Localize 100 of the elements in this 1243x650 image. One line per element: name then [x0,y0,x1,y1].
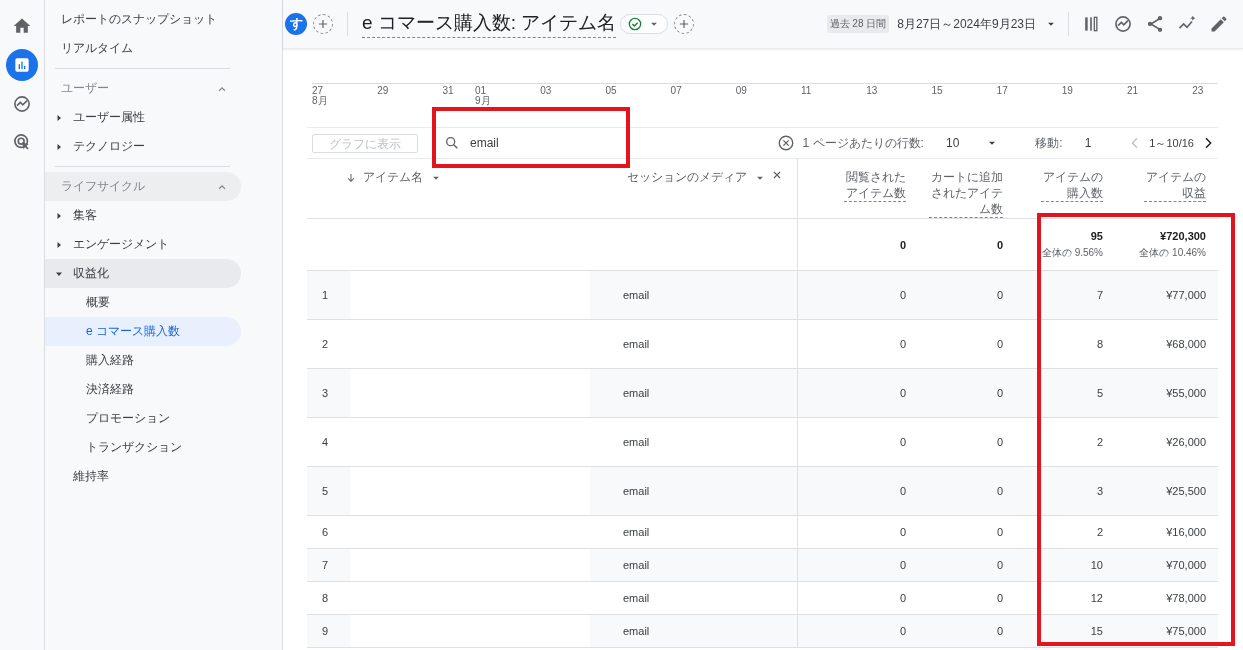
axis-label: 11 [801,86,812,96]
advertising-icon [12,132,32,152]
column-header[interactable]: セッションのメディア [627,169,767,186]
row-number: 1 [307,271,345,320]
reports-nav-button[interactable] [6,49,38,81]
sidebar-subitem[interactable]: e コマース購入数 [45,317,241,346]
table-cell: ¥25,500 [1115,467,1218,516]
avatar-badge[interactable]: す [285,13,307,35]
column-header[interactable]: アイテム名 [345,169,443,186]
table-cell: ¥77,000 [1115,271,1218,320]
axis-label: 23 [1192,86,1204,96]
row-number: 7 [307,549,345,582]
axis-label: 07 [670,86,682,96]
axis-label: 21 [1127,86,1139,96]
column-header[interactable]: 閲覧されたアイテム数 [843,169,906,202]
table-cell: 0 [797,615,918,648]
axis-label: 29 [377,86,389,96]
arrow-down-icon [345,171,357,184]
triangle-icon [55,113,63,122]
axis-label: 15 [931,86,943,96]
reports-icon [12,55,32,75]
sidebar-subitem[interactable]: 決済経路 [45,375,241,404]
date-range-picker[interactable]: 8月27日～2024年9月23日 [897,15,1058,33]
sidebar-item[interactable]: レポートのスナップショット [45,5,241,34]
table-cell: ¥55,000 [1115,369,1218,418]
axis-label: 13 [866,86,878,96]
sidebar-item[interactable]: ユーザー属性 [45,103,241,132]
row-number: 5 [307,467,345,516]
close-icon [776,134,795,152]
axis-label: 05 [605,86,617,96]
total-value: 0 [996,238,1003,251]
report-title: e コマース購入数: アイテム名 [362,10,617,38]
share-icon [1145,14,1165,34]
table-cell: 0 [918,271,1015,320]
sidebar-item[interactable]: 収益化 [45,259,241,288]
sidebar-item[interactable]: エンゲージメント [45,230,241,259]
explore-icon [12,94,32,114]
page-range: 1～10/16 [1149,135,1194,151]
axis-label: 31 [442,86,454,96]
goto-field[interactable]: 1 [1084,136,1092,150]
table-cell: 7 [1015,271,1115,320]
axis-label: 19 [1061,86,1073,96]
rows-per-page-label: 1 ページあたりの行数: [802,134,924,152]
total-value: 0 [899,238,906,251]
sidebar-section-header[interactable]: ユーザー [45,74,241,103]
table-cell: 0 [918,369,1015,418]
axis-month-label: 8月 [312,96,328,106]
rows-per-page-select[interactable]: 10 [939,135,1006,151]
search-field[interactable]: email [470,134,610,152]
table-cell: email [610,615,797,648]
sidebar-item[interactable]: テクノロジー [45,132,241,161]
table-cell: 0 [918,549,1015,582]
row-number: 9 [307,615,345,648]
table-cell: email [610,271,797,320]
pencil-icon [1209,14,1229,34]
axis-month-label: 9月 [475,96,491,106]
remove-column-button[interactable] [771,169,783,181]
table-cell: email [610,467,797,516]
column-header[interactable]: アイテムの収益 [1143,169,1206,202]
sidebar-subitem[interactable]: 概要 [45,288,241,317]
home-icon [12,16,32,36]
axis-label: 01 [475,86,488,96]
triangle-icon [55,240,63,249]
triangle-icon [55,142,63,151]
table-cell: 0 [918,467,1015,516]
axis-label: 27 [312,86,325,96]
total-share: 全体の 9.56% [1041,245,1103,260]
table-cell: 5 [1015,369,1115,418]
triangle-icon [55,211,63,220]
axis-label: 09 [735,86,747,96]
period-chip: 過去 28 日間 [826,15,890,33]
close-icon [771,169,783,181]
chart-circle-icon [1113,14,1133,34]
table-cell: 0 [797,369,918,418]
sidebar-subitem[interactable]: トランザクション [45,433,241,462]
goto-label: 移動: [1035,134,1063,152]
sidebar-item[interactable]: リアルタイム [45,34,241,63]
sidebar-item[interactable]: 維持率 [45,462,282,491]
table-cell: 0 [797,467,918,516]
column-header[interactable]: アイテムの購入数 [1040,169,1103,202]
total-share: 全体の 10.46% [1139,245,1206,260]
table-cell: email [610,549,797,582]
check-circle-icon [627,16,644,32]
status-dropdown[interactable] [620,14,669,34]
table-cell: 3 [1015,467,1115,516]
column-header[interactable]: カートに追加されたアイテム数 [928,169,1003,218]
total-value: 95 [1090,229,1103,242]
table-cell: ¥70,000 [1115,549,1218,582]
sidebar-subitem[interactable]: 購入経路 [45,346,241,375]
table-cell: 0 [918,615,1015,648]
search-icon [444,135,460,151]
total-value: ¥720,300 [1160,229,1206,242]
plus-icon [316,17,330,31]
sidebar-item[interactable]: 集客 [45,201,241,230]
sidebar-subitem[interactable]: プロモーション [45,404,241,433]
axis-label: 17 [996,86,1008,96]
table-cell: 0 [797,549,918,582]
row-number: 3 [307,369,345,418]
axis-label: 03 [540,86,552,96]
table-cell: 10 [1015,549,1115,582]
